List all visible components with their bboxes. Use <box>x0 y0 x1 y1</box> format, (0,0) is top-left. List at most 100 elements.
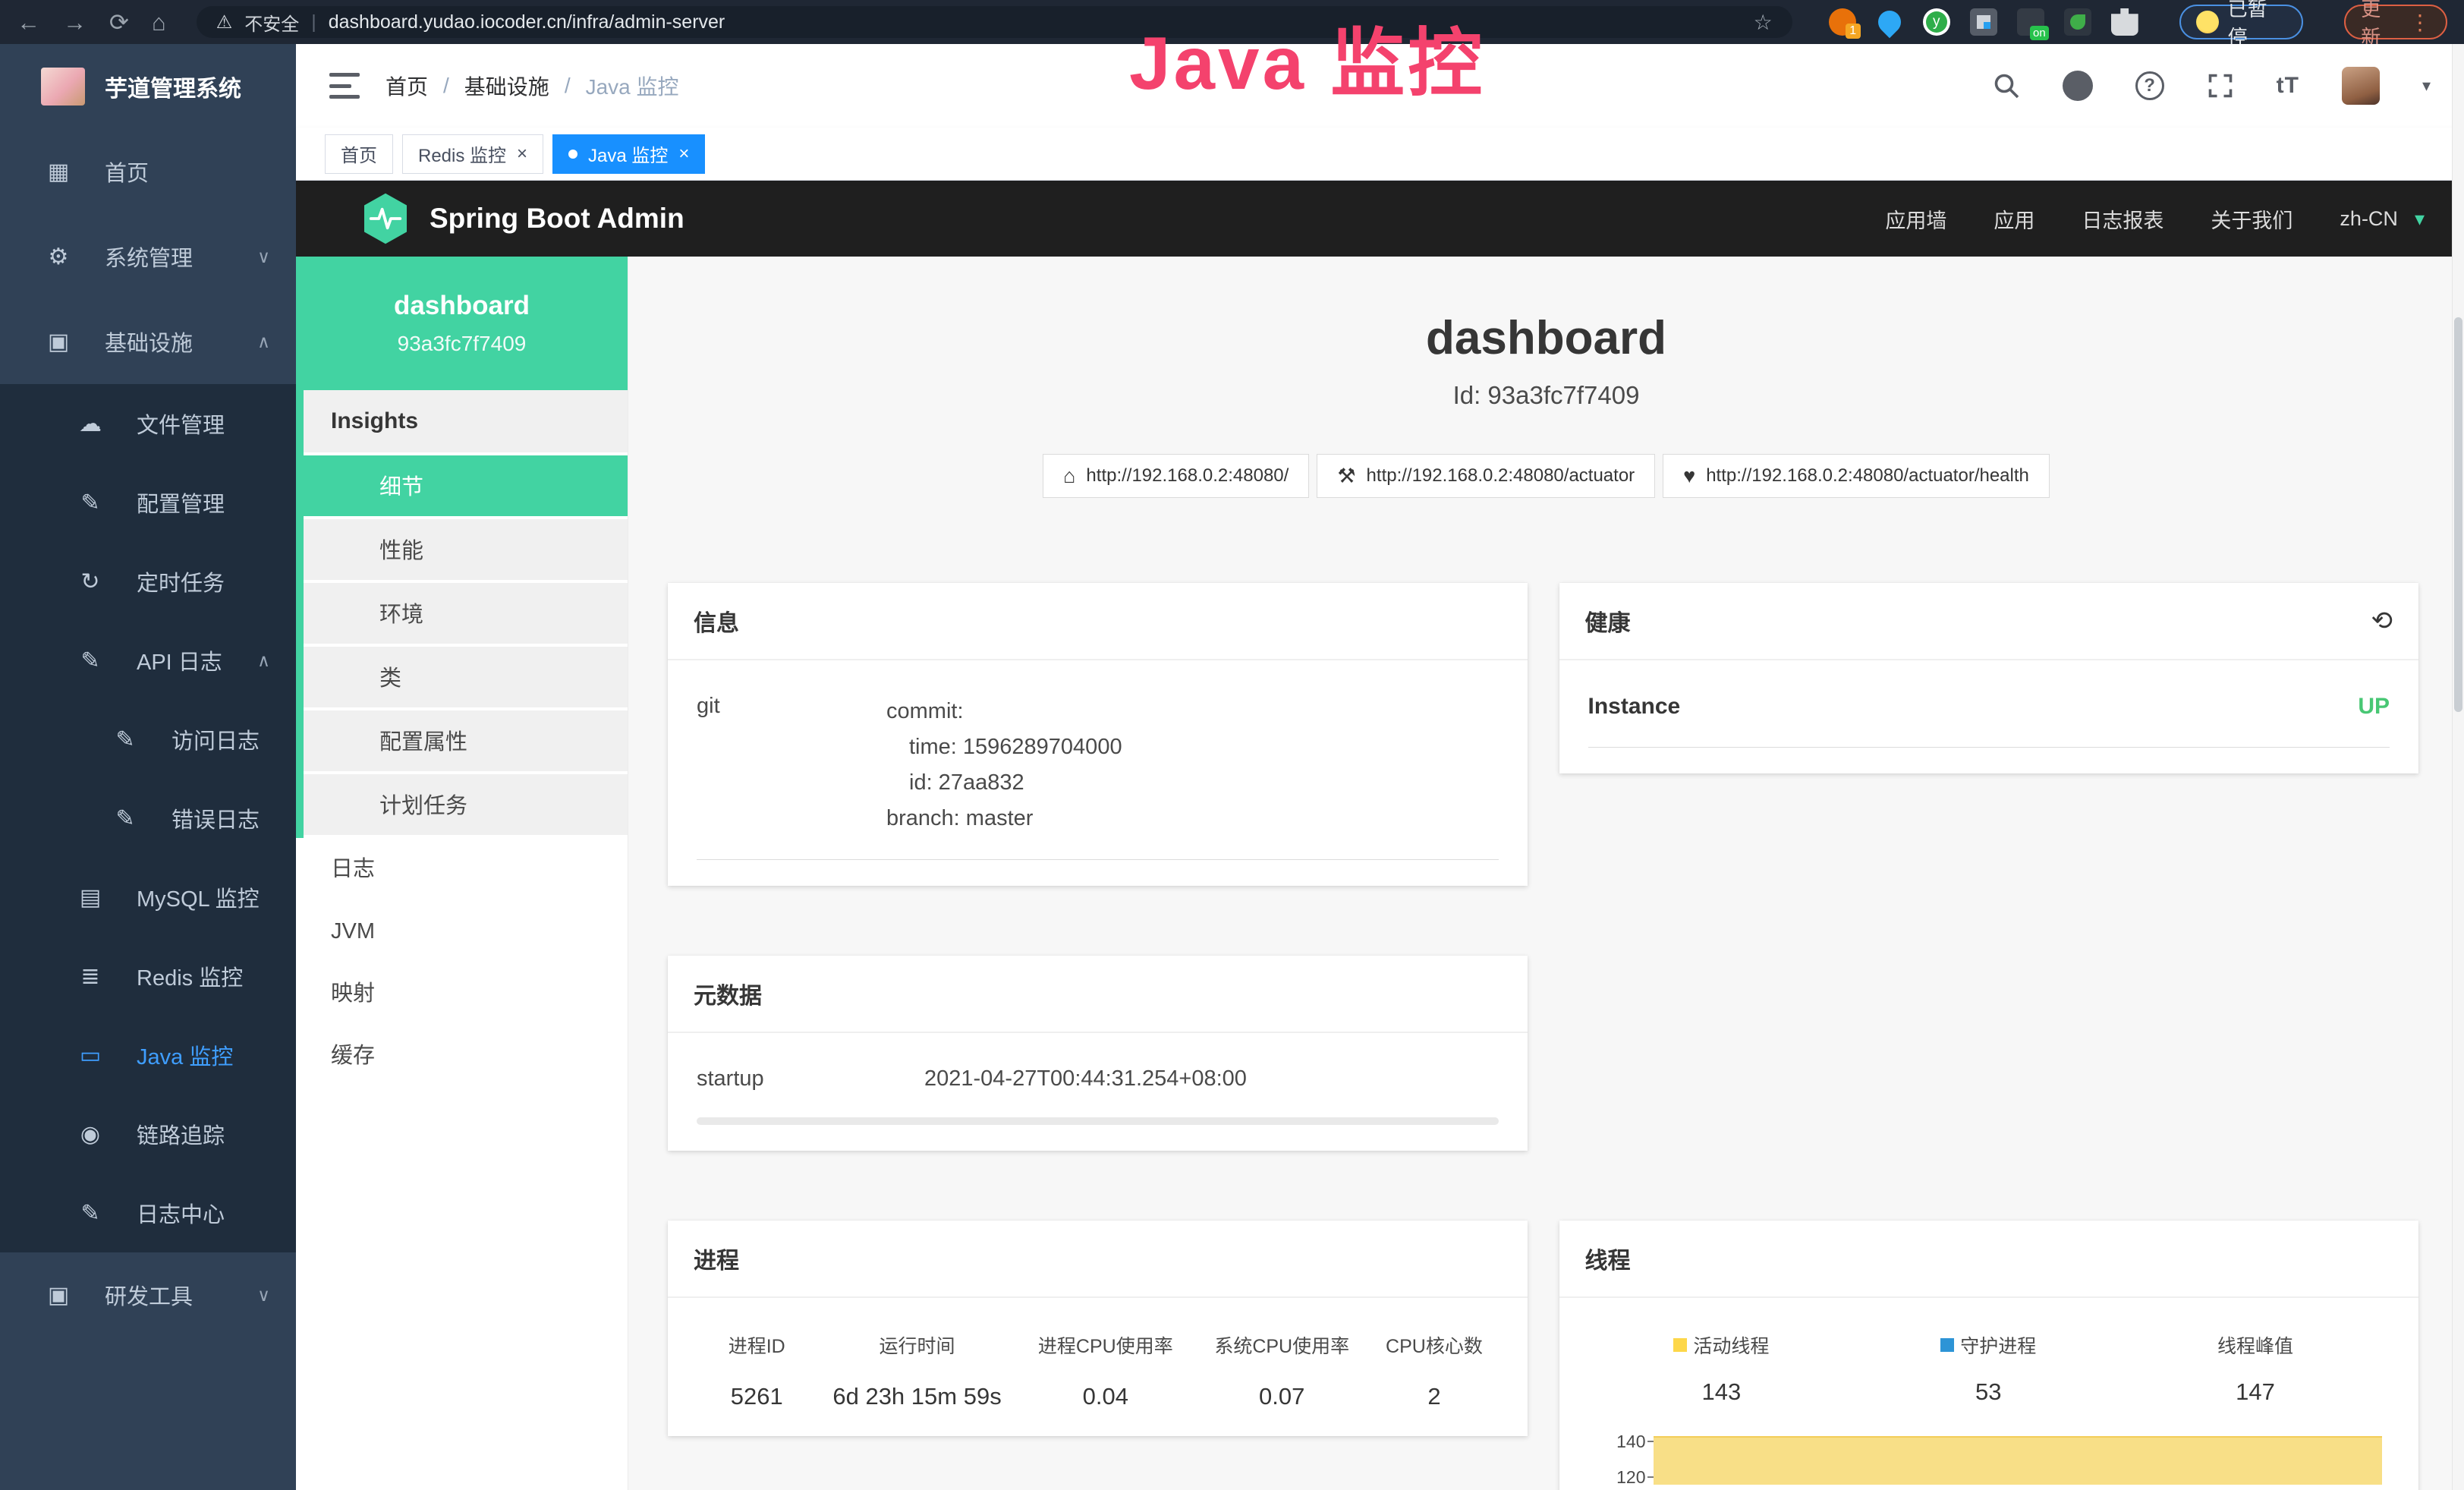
reload-icon[interactable]: ⟳ <box>109 11 129 34</box>
endpoint-actuator-url[interactable]: ⚒ http://192.168.0.2:48080/actuator <box>1317 454 1655 498</box>
tab-redis[interactable]: Redis 监控 × <box>402 134 543 174</box>
menu-item-classes[interactable]: 类 <box>304 647 628 710</box>
menu-item-details[interactable]: 细节 <box>304 455 628 519</box>
sidebar-item-dev-tools[interactable]: ▣ 研发工具 ∨ <box>0 1252 296 1337</box>
sba-link-about[interactable]: 关于我们 <box>2211 204 2292 234</box>
sidebar-item-log-center[interactable]: ✎ 日志中心 <box>0 1173 296 1252</box>
app-logo-row[interactable]: 芋道管理系统 <box>0 44 296 129</box>
back-icon[interactable]: ← <box>17 11 40 34</box>
url-separator: | <box>311 11 316 33</box>
status-badge: UP <box>2358 694 2390 720</box>
extension-youdao-icon[interactable]: y <box>1923 8 1950 36</box>
extension-grid-icon[interactable] <box>1970 8 1997 36</box>
sba-locale-select[interactable]: zh-CN <box>2340 207 2398 231</box>
sba-link-journal[interactable]: 日志报表 <box>2082 204 2163 234</box>
menu-item-scheduled-tasks[interactable]: 计划任务 <box>304 774 628 838</box>
menu-item-metrics[interactable]: 性能 <box>304 519 628 583</box>
update-label: 更新 <box>2361 0 2400 50</box>
sidebar-item-error-log[interactable]: ✎ 错误日志 <box>0 779 296 858</box>
history-icon[interactable]: ⟲ <box>2371 606 2393 636</box>
menu-item-mappings[interactable]: 映射 <box>296 962 628 1025</box>
bookmark-star-icon[interactable]: ☆ <box>1754 10 1773 35</box>
wrench-icon: ⚒ <box>1337 465 1355 488</box>
app-logo-avatar <box>41 68 85 106</box>
fullscreen-icon[interactable] <box>2207 72 2234 99</box>
avatar-caret-icon[interactable]: ▾ <box>2422 76 2431 96</box>
font-size-icon[interactable]: tT <box>2277 73 2299 99</box>
screen: ← → ⟳ ⌂ ⚠ 不安全 | dashboard.yudao.iocoder.… <box>0 0 2464 1490</box>
chart-plot-area <box>1654 1432 2390 1490</box>
extension-pin-icon[interactable] <box>1876 8 1903 36</box>
browser-home-icon[interactable]: ⌂ <box>152 11 166 34</box>
sba-brand[interactable]: Spring Boot Admin <box>361 192 684 245</box>
stat-live-threads: 活动线程 143 <box>1588 1331 1855 1406</box>
menu-item-logs[interactable]: 日志 <box>296 838 628 900</box>
edit-icon: ✎ <box>76 490 105 516</box>
sidebar-item-api-log[interactable]: ✎ API 日志 ∧ <box>0 621 296 700</box>
breadcrumb-infra[interactable]: 基础设施 <box>464 71 549 101</box>
chevron-down-icon: ∨ <box>257 247 270 267</box>
menu-item-environment[interactable]: 环境 <box>304 583 628 647</box>
endpoint-health-url[interactable]: ♥ http://192.168.0.2:48080/actuator/heal… <box>1663 454 2050 498</box>
process-card: 进程 进程ID5261 运行时间6d 23h 15m 59s 进程CPU使用率0… <box>668 1221 1528 1436</box>
paused-badge[interactable]: 已暂停 <box>2179 5 2304 39</box>
sidebar-item-trace[interactable]: ◉ 链路追踪 <box>0 1095 296 1173</box>
sidebar-item-system[interactable]: ⚙ 系统管理 ∨ <box>0 214 296 299</box>
active-threads-area <box>1654 1436 2383 1485</box>
search-icon[interactable] <box>1993 72 2020 99</box>
tab-java[interactable]: Java 监控 × <box>552 134 705 174</box>
breadcrumb-home[interactable]: 首页 <box>385 71 428 101</box>
sidebar-item-java[interactable]: ▭ Java 监控 <box>0 1016 296 1095</box>
sidebar-item-config[interactable]: ✎ 配置管理 <box>0 463 296 542</box>
sba-link-wallboard[interactable]: 应用墙 <box>1885 204 1946 234</box>
extension-switch-icon[interactable]: on <box>2017 8 2044 36</box>
sidebar-item-redis[interactable]: ≣ Redis 监控 <box>0 937 296 1016</box>
metadata-row: startup 2021-04-27T00:44:31.254+08:00 <box>697 1066 1499 1092</box>
vertical-scrollbar[interactable] <box>2452 44 2464 1490</box>
monitor-icon: ▣ <box>44 329 73 355</box>
breadcrumb-current: Java 监控 <box>586 71 679 101</box>
horizontal-scrollbar[interactable] <box>697 1117 1499 1125</box>
sidebar-item-home[interactable]: ▦ 首页 <box>0 129 296 214</box>
sidebar-item-mysql[interactable]: ▤ MySQL 监控 <box>0 858 296 937</box>
menu-item-caches[interactable]: 缓存 <box>296 1025 628 1087</box>
update-button[interactable]: 更新 ⋮ <box>2344 5 2447 39</box>
threads-stats: 活动线程 143 守护进程 53 线程峰值 14 <box>1588 1331 2390 1406</box>
log-edit-icon: ✎ <box>76 1200 105 1227</box>
github-icon[interactable] <box>2063 71 2093 101</box>
scrollbar-thumb[interactable] <box>2454 317 2462 712</box>
address-bar[interactable]: ⚠ 不安全 | dashboard.yudao.iocoder.cn/infra… <box>197 6 1792 38</box>
annotation-java-monitor: Java 监控 <box>1129 3 1485 111</box>
extensions-puzzle-icon[interactable] <box>2111 8 2138 36</box>
sidebar-item-files[interactable]: ☁ 文件管理 <box>0 384 296 463</box>
insights-section-label: Insights <box>304 390 628 455</box>
forward-icon[interactable]: → <box>63 11 87 34</box>
user-avatar[interactable] <box>2342 67 2380 105</box>
hamburger-icon[interactable] <box>329 73 360 99</box>
close-icon[interactable]: × <box>678 145 689 163</box>
chevron-up-icon: ∧ <box>257 332 270 352</box>
app-title: 芋道管理系统 <box>105 70 241 103</box>
help-icon[interactable]: ? <box>2135 71 2164 100</box>
info-card-title: 信息 <box>668 583 1528 660</box>
close-icon[interactable]: × <box>517 145 527 163</box>
kebab-menu-icon[interactable]: ⋮ <box>2409 10 2431 35</box>
instance-header[interactable]: dashboard 93a3fc7f7409 <box>296 257 628 390</box>
extension-orange-icon[interactable]: 1 <box>1829 8 1856 36</box>
menu-item-jvm[interactable]: JVM <box>296 900 628 962</box>
locale-caret-icon: ▾ <box>2415 207 2425 231</box>
sidebar-item-infra[interactable]: ▣ 基础设施 ∧ <box>0 299 296 384</box>
endpoint-service-url[interactable]: ⌂ http://192.168.0.2:48080/ <box>1043 454 1309 498</box>
menu-item-config-props[interactable]: 配置属性 <box>304 710 628 774</box>
briefcase-icon: ▣ <box>44 1282 73 1309</box>
process-table: 进程ID5261 运行时间6d 23h 15m 59s 进程CPU使用率0.04… <box>697 1331 1499 1410</box>
sidebar-item-cron[interactable]: ↻ 定时任务 <box>0 542 296 621</box>
page-title: dashboard <box>628 311 2464 366</box>
sidebar-item-access-log[interactable]: ✎ 访问日志 <box>0 700 296 779</box>
tag-view-bar: 首页 Redis 监控 × Java 监控 × <box>296 128 2464 181</box>
sba-link-applications[interactable]: 应用 <box>1994 204 2034 234</box>
tab-home[interactable]: 首页 <box>325 134 393 174</box>
extension-leaf-icon[interactable] <box>2064 8 2091 36</box>
home-icon: ⌂ <box>1063 465 1075 488</box>
metadata-card-title: 元数据 <box>668 956 1528 1033</box>
